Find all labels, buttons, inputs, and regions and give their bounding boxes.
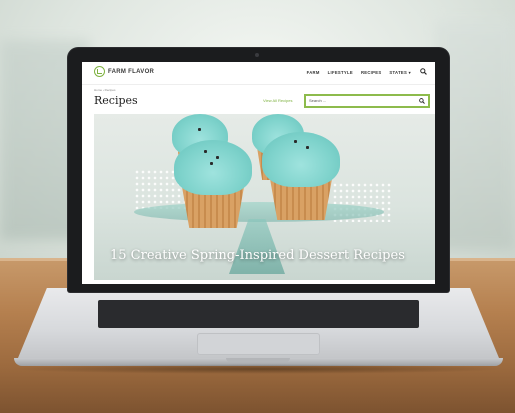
logo-text: FARM FLAVOR: [108, 68, 155, 75]
keyboard: [98, 300, 419, 328]
menu-item-recipes[interactable]: RECIPES: [361, 70, 381, 75]
menu-item-lifestyle[interactable]: LIFESTYLE: [328, 70, 353, 75]
sprinkle: [306, 146, 309, 149]
laptop-shadow: [10, 364, 507, 374]
cupcake-front-left: [174, 140, 252, 228]
search-input[interactable]: Search ...: [309, 98, 326, 103]
sprinkle: [198, 128, 201, 131]
logo-icon: [94, 66, 105, 77]
hero-image[interactable]: 15 Creative Spring-Inspired Dessert Reci…: [94, 114, 435, 280]
sprinkle: [210, 162, 213, 165]
laptop-lid: FARM FLAVOR FARM LIFESTYLE RECIPES STATE…: [68, 48, 449, 292]
sprinkle: [294, 140, 297, 143]
site-header: FARM FLAVOR FARM LIFESTYLE RECIPES STATE…: [82, 62, 435, 85]
sprinkle: [204, 150, 207, 153]
menu-item-farm[interactable]: FARM: [307, 70, 320, 75]
camera-icon: [255, 53, 259, 57]
trackpad: [197, 333, 320, 355]
menu-item-states-label: STATES: [389, 70, 408, 75]
search-field[interactable]: Search ...: [304, 94, 430, 108]
page-title: Recipes: [94, 94, 138, 107]
chevron-down-icon: ▾: [408, 70, 411, 75]
menu-item-states[interactable]: STATES ▾: [389, 70, 411, 75]
site-logo[interactable]: FARM FLAVOR: [94, 66, 154, 77]
breadcrumb[interactable]: Home › Recipes: [94, 88, 116, 92]
hero-article-title[interactable]: 15 Creative Spring-Inspired Dessert Reci…: [110, 248, 405, 263]
search-icon[interactable]: [419, 98, 425, 104]
cupcake-frosting: [262, 132, 340, 187]
laptop-screen: FARM FLAVOR FARM LIFESTYLE RECIPES STATE…: [82, 62, 435, 284]
view-all-recipes-link[interactable]: View All Recipes: [263, 98, 293, 103]
main-menu: FARM LIFESTYLE RECIPES STATES ▾: [307, 70, 411, 75]
search-icon[interactable]: [420, 68, 427, 75]
cupcake-front-right: [262, 132, 340, 220]
laptop-notch: [226, 358, 290, 362]
sprinkle: [216, 156, 219, 159]
cupcake-frosting: [174, 140, 252, 195]
